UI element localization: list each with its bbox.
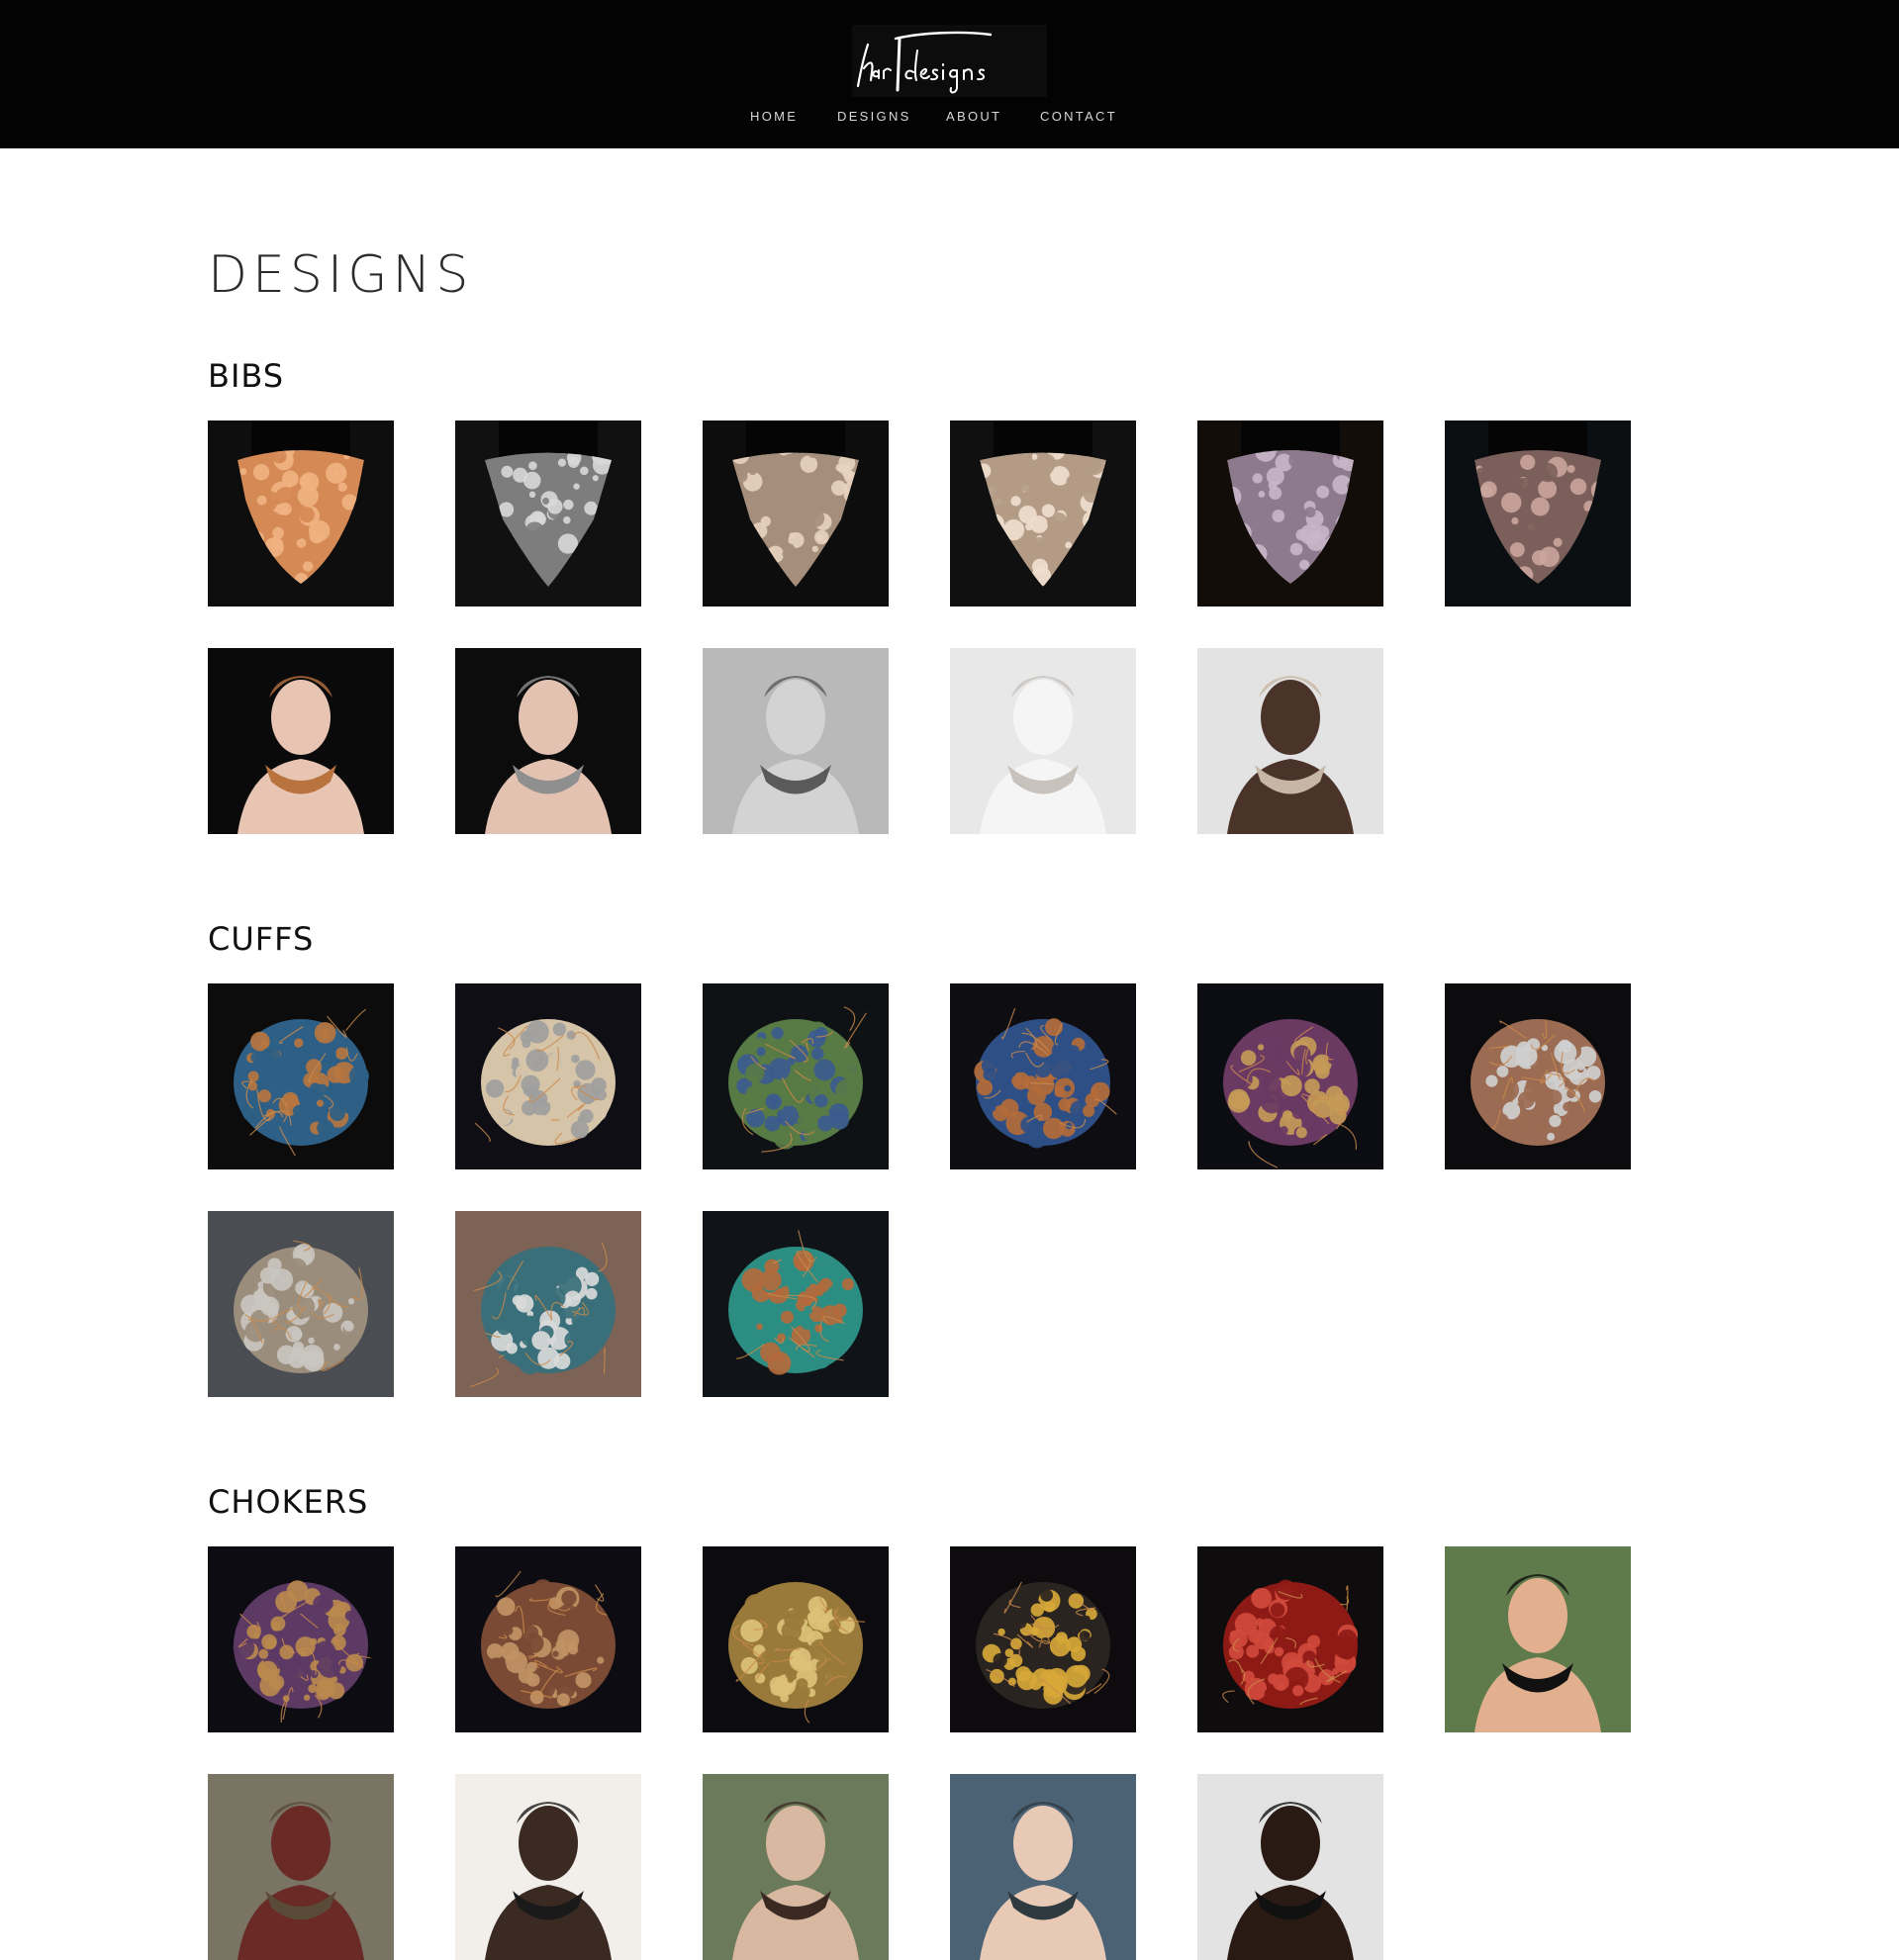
section-title-chokers: CHOKERS [208,1483,369,1521]
chokers-thumbnail-image [950,1546,1136,1732]
chokers-thumbnail[interactable] [1197,1774,1383,1960]
chokers-thumbnail-image [1197,1774,1383,1960]
bibs-thumbnail-image [1197,648,1383,834]
cuffs-thumbnail[interactable] [703,983,889,1169]
bibs-thumbnail[interactable] [1197,648,1383,834]
cuffs-thumbnail-image [455,1211,641,1397]
chokers-thumbnail[interactable] [950,1774,1136,1960]
bibs-thumbnail[interactable] [455,648,641,834]
logo-wordmark [856,31,993,94]
bibs-thumbnail[interactable] [208,420,394,607]
section-title-cuffs: CUFFS [208,920,315,958]
chokers-thumbnail-image [455,1774,641,1960]
cuffs-thumbnail-image [703,1211,889,1397]
site-header: HOME DESIGNS ABOUT CONTACT [0,0,1899,148]
chokers-thumbnail[interactable] [703,1774,889,1960]
cuffs-thumbnail-image [950,983,1136,1169]
chokers-thumbnail-image [703,1546,889,1732]
cuffs-thumbnail[interactable] [455,1211,641,1397]
chokers-thumbnail-image [208,1774,394,1960]
bibs-thumbnail-image [703,420,889,607]
cuffs-thumbnail[interactable] [950,983,1136,1169]
nav-contact-link[interactable]: CONTACT [1040,106,1117,128]
chokers-thumbnail-image [1445,1546,1631,1732]
cuffs-thumbnail[interactable] [208,1211,394,1397]
chokers-thumbnail[interactable] [1197,1546,1383,1732]
cuffs-thumbnail-image [703,983,889,1169]
cuffs-thumbnail-image [1445,983,1631,1169]
bibs-thumbnail-image [208,648,394,834]
cuffs-thumbnail[interactable] [1197,983,1383,1169]
chokers-thumbnail[interactable] [455,1546,641,1732]
nav-about-link[interactable]: ABOUT [946,106,1001,128]
cuffs-thumbnail-image [208,983,394,1169]
nav-designs-link[interactable]: DESIGNS [837,106,911,128]
chokers-thumbnail-image [1197,1546,1383,1732]
section-title-bibs: BIBS [208,357,285,395]
chokers-thumbnail[interactable] [208,1546,394,1732]
bibs-thumbnail-image [703,648,889,834]
bibs-thumbnail[interactable] [208,648,394,834]
bibs-thumbnail[interactable] [703,420,889,607]
cuffs-thumbnail[interactable] [703,1211,889,1397]
chokers-thumbnail[interactable] [950,1546,1136,1732]
chokers-thumbnail-image [703,1774,889,1960]
cuffs-thumbnail-image [1197,983,1383,1169]
nav-home-link[interactable]: HOME [750,106,798,128]
bibs-thumbnail[interactable] [950,420,1136,607]
chokers-thumbnail[interactable] [703,1546,889,1732]
chokers-thumbnail-image [950,1774,1136,1960]
bibs-thumbnail-image [1445,420,1631,607]
cuffs-thumbnail-image [208,1211,394,1397]
bibs-thumbnail[interactable] [1445,420,1631,607]
bibs-thumbnail-image [455,648,641,834]
chokers-thumbnail[interactable] [1445,1546,1631,1732]
bibs-thumbnail[interactable] [950,648,1136,834]
cuffs-thumbnail[interactable] [208,983,394,1169]
chokers-thumbnail-image [208,1546,394,1732]
bibs-thumbnail-image [950,420,1136,607]
bibs-thumbnail[interactable] [703,648,889,834]
bibs-thumbnail-image [950,648,1136,834]
logo[interactable] [852,25,1047,97]
cuffs-thumbnail[interactable] [455,983,641,1169]
bibs-thumbnail[interactable] [1197,420,1383,607]
bibs-thumbnail-image [455,420,641,607]
cuffs-thumbnail-image [455,983,641,1169]
cuffs-thumbnail[interactable] [1445,983,1631,1169]
page-title: DESIGNS [208,245,474,305]
bibs-thumbnail-image [1197,420,1383,607]
main-nav: HOME DESIGNS ABOUT CONTACT [0,106,1899,128]
chokers-thumbnail[interactable] [208,1774,394,1960]
chokers-thumbnail-image [455,1546,641,1732]
bibs-thumbnail-image [208,420,394,607]
chokers-thumbnail[interactable] [455,1774,641,1960]
bibs-thumbnail[interactable] [455,420,641,607]
